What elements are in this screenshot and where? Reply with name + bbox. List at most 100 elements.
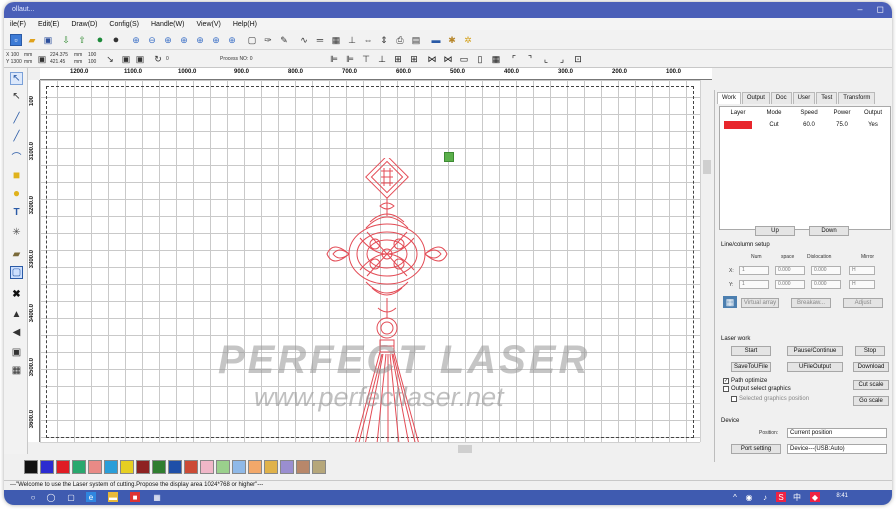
- color-swatch[interactable]: [296, 460, 310, 474]
- scale-y-value[interactable]: 100: [88, 59, 96, 65]
- height-value[interactable]: 421.45: [50, 59, 65, 65]
- scale-x-value[interactable]: 100: [88, 52, 96, 58]
- array-x-dislocation[interactable]: 0.000: [811, 266, 841, 275]
- color-swatch[interactable]: [184, 460, 198, 474]
- grid-tool-icon[interactable]: ▦: [10, 364, 23, 377]
- delete-icon[interactable]: ✖: [10, 288, 23, 301]
- zoom-data-icon[interactable]: ⊕: [226, 34, 238, 46]
- stop-icon[interactable]: ●: [110, 34, 122, 46]
- tab-work[interactable]: Work: [717, 92, 741, 104]
- color-swatch[interactable]: [72, 460, 86, 474]
- go-scale-button[interactable]: Go scale: [853, 396, 889, 406]
- center-page-icon[interactable]: ⊡: [572, 53, 584, 65]
- align-center-v-icon[interactable]: ⊞: [408, 53, 420, 65]
- polyline-icon[interactable]: ╱: [10, 130, 23, 143]
- frame-icon[interactable]: ▢: [246, 34, 258, 46]
- color-swatch[interactable]: [200, 460, 214, 474]
- tab-test[interactable]: Test: [816, 92, 838, 104]
- laser-app-icon[interactable]: ■: [130, 492, 140, 502]
- tab-doc[interactable]: Doc: [770, 92, 792, 104]
- distribute-h-icon[interactable]: ▯: [474, 53, 486, 65]
- align-bottom-icon[interactable]: ⊥: [376, 53, 388, 65]
- scroll-thumb[interactable]: [458, 445, 472, 453]
- array-x-num[interactable]: 1: [739, 266, 769, 275]
- zoom-fit-icon[interactable]: ⊕: [194, 34, 206, 46]
- break-array-button[interactable]: Breakaw...: [791, 298, 831, 308]
- array-y-space[interactable]: 0.000: [775, 280, 805, 289]
- point-icon[interactable]: ✳: [10, 226, 23, 239]
- task-view-icon[interactable]: ▢: [66, 492, 76, 502]
- tray-expand-icon[interactable]: ^: [730, 492, 740, 502]
- array-y-mirror[interactable]: H: [849, 280, 875, 289]
- align-left-icon[interactable]: ⊫: [328, 53, 340, 65]
- maximize-button[interactable]: ◻: [877, 4, 884, 15]
- port-setting-button[interactable]: Port setting: [731, 444, 781, 454]
- line-icon[interactable]: ╱: [10, 112, 23, 125]
- language-icon[interactable]: 中: [792, 492, 802, 502]
- layer-up-button[interactable]: Up: [755, 226, 795, 236]
- corner-tr-icon[interactable]: ⌝: [524, 53, 536, 65]
- adjust-button[interactable]: Adjust: [843, 298, 883, 308]
- node-edit-icon[interactable]: ✑: [262, 34, 274, 46]
- taskbar-app-icon[interactable]: ▦: [152, 492, 162, 502]
- align-right-icon[interactable]: ⊫: [344, 53, 356, 65]
- mirror-h-icon[interactable]: ⇔: [362, 34, 374, 46]
- import-icon[interactable]: ⇩: [60, 34, 72, 46]
- color-swatch[interactable]: [136, 460, 150, 474]
- same-height-icon[interactable]: ⋈: [442, 53, 454, 65]
- virtual-array-button[interactable]: Virtual array: [741, 298, 779, 308]
- pen-icon[interactable]: ✎: [278, 34, 290, 46]
- export-icon[interactable]: ⇧: [76, 34, 88, 46]
- mirror-v-icon[interactable]: ⇕: [378, 34, 390, 46]
- color-swatch[interactable]: [104, 460, 118, 474]
- image-icon[interactable]: ▰: [10, 248, 23, 261]
- left-arrow-icon[interactable]: ◀: [10, 326, 23, 339]
- triangle-icon[interactable]: ▲: [10, 308, 23, 321]
- color-swatch[interactable]: [232, 460, 246, 474]
- zoom-in-icon[interactable]: ⊕: [130, 34, 142, 46]
- save-ufile-button[interactable]: SaveToUFile: [731, 362, 771, 372]
- output-select-checkbox[interactable]: Output select graphics: [723, 386, 791, 392]
- settings-icon[interactable]: ✲: [462, 34, 474, 46]
- menu-view[interactable]: View(V): [196, 21, 220, 28]
- array-y-dislocation[interactable]: 0.000: [811, 280, 841, 289]
- menu-handle[interactable]: Handle(W): [151, 21, 184, 28]
- tab-output[interactable]: Output: [741, 92, 770, 104]
- corner-bl-icon[interactable]: ⌞: [540, 53, 552, 65]
- array-y-num[interactable]: 1: [739, 280, 769, 289]
- color-swatch[interactable]: [120, 460, 134, 474]
- ellipse-icon[interactable]: ●: [10, 186, 23, 200]
- color-swatch[interactable]: [24, 460, 38, 474]
- menu-file[interactable]: ile(F): [10, 21, 26, 28]
- align-top-icon[interactable]: ⊤: [360, 53, 372, 65]
- menu-edit[interactable]: Edit(E): [38, 21, 59, 28]
- minimize-button[interactable]: –: [858, 4, 863, 15]
- width-value[interactable]: 224.375: [50, 52, 68, 58]
- array-icon[interactable]: ▢: [10, 266, 23, 279]
- rotate-icon[interactable]: ↻: [152, 53, 164, 65]
- download-button[interactable]: Download: [853, 362, 889, 372]
- array-grid-icon[interactable]: ▦: [723, 296, 737, 308]
- select-arrow-icon[interactable]: ↖: [10, 72, 23, 85]
- print-icon[interactable]: ⎙: [394, 34, 406, 46]
- corner-br-icon[interactable]: ⌟: [556, 53, 568, 65]
- scroll-thumb[interactable]: [703, 160, 711, 174]
- preview-icon[interactable]: ▤: [410, 34, 422, 46]
- color-swatch[interactable]: [264, 460, 278, 474]
- layer-down-button[interactable]: Down: [809, 226, 849, 236]
- cut-scale-button[interactable]: Cut scale: [853, 380, 889, 390]
- zoom-select-icon[interactable]: ⊕: [162, 34, 174, 46]
- browser-icon[interactable]: e: [86, 492, 96, 502]
- color-swatch[interactable]: [312, 460, 326, 474]
- network-icon[interactable]: ◉: [744, 492, 754, 502]
- curve-icon[interactable]: ∿: [298, 34, 310, 46]
- scale-lock-icon[interactable]: ↘: [104, 53, 116, 65]
- file-explorer-icon[interactable]: ▬: [108, 492, 118, 502]
- corner-tl-icon[interactable]: ⌜: [508, 53, 520, 65]
- position-box-icon[interactable]: ▣: [134, 53, 146, 65]
- table-icon[interactable]: ▣: [10, 346, 23, 359]
- monitor-icon[interactable]: ▬: [430, 34, 442, 46]
- color-swatch[interactable]: [56, 460, 70, 474]
- array-x-space[interactable]: 0.000: [775, 266, 805, 275]
- align-center-h-icon[interactable]: ⊞: [392, 53, 404, 65]
